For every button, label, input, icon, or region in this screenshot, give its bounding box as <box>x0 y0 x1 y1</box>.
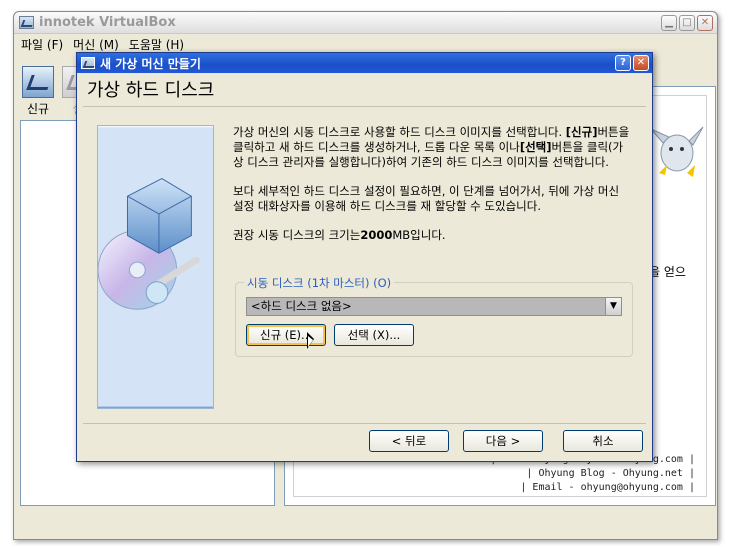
next-button[interactable]: 다음 > <box>463 430 543 452</box>
paragraph-1-select-bold: [선택] <box>519 140 552 154</box>
dialog-close-button[interactable]: ✕ <box>633 55 649 71</box>
boot-disk-selected-value: <하드 디스크 없음> <box>251 299 352 313</box>
maximize-button[interactable]: □ <box>679 15 695 31</box>
new-disk-button[interactable]: 신규 (E)... <box>246 324 326 346</box>
minimize-button[interactable]: ▁ <box>661 15 677 31</box>
menu-machine[interactable]: 머신 (M) <box>73 36 119 53</box>
recommended-size-value: 2000 <box>360 228 393 242</box>
recommended-size-unit: MB입니다. <box>392 228 446 242</box>
close-button[interactable]: ✕ <box>697 15 713 31</box>
paragraph-2: 보다 세부적인 하드 디스크 설정이 필요하면, 이 단계를 넘어가서, 뒤에 … <box>233 184 620 213</box>
mouse-cursor-fill <box>308 336 313 347</box>
welcome-text-fragment: 을 얻으 <box>649 265 686 279</box>
mascot-illustration-icon <box>650 126 704 177</box>
page-title: 가상 하드 디스크 <box>83 77 646 107</box>
watermark-line-3: | Email - ohyung@ohyung.com | <box>520 482 695 493</box>
cancel-button[interactable]: 취소 <box>563 430 643 452</box>
main-title-buttons: ▁ □ ✕ <box>661 15 713 31</box>
paragraph-1-text-a: 가상 머신의 시동 디스크로 사용할 하드 디스크 이미지를 선택합니다. <box>233 125 563 139</box>
boot-disk-group: 시동 디스크 (1차 마스터) (O) <하드 디스크 없음> ▼ 신규 (E)… <box>235 275 633 357</box>
boot-disk-group-label: 시동 디스크 (1차 마스터) (O) <box>244 275 395 291</box>
virtualbox-app-icon <box>19 16 34 29</box>
paragraph-1: 가상 머신의 시동 디스크로 사용할 하드 디스크 이미지를 선택합니다. [신… <box>233 125 633 170</box>
paragraph-3: 권장 시동 디스크의 크기는2000MB입니다. <box>233 228 633 243</box>
toolbar-new-label: 신규 <box>26 102 50 116</box>
menu-help[interactable]: 도움말 (H) <box>129 36 184 53</box>
recommended-size-label: 권장 시동 디스크의 크기는 <box>233 228 361 242</box>
new-vm-icon <box>22 66 54 98</box>
dialog-title-bar[interactable]: 새 가상 머신 만들기 ? ✕ <box>77 53 652 73</box>
watermark-line-2: | Ohyung Blog - Ohyung.net | <box>526 468 695 479</box>
wizard-description: 가상 머신의 시동 디스크로 사용할 하드 디스크 이미지를 선택합니다. [신… <box>233 125 633 257</box>
paragraph-1-new-bold: [신규] <box>565 125 598 139</box>
boot-disk-dropdown[interactable]: <하드 디스크 없음> ▼ <box>246 297 622 316</box>
select-disk-button[interactable]: 선택 (X)... <box>334 324 414 346</box>
dialog-app-icon <box>81 57 95 69</box>
back-button[interactable]: < 뒤로 <box>369 430 449 452</box>
menu-file[interactable]: 파일 (F) <box>21 36 63 53</box>
main-toolbar: 신규 설 <box>20 62 94 118</box>
wizard-side-image-icon <box>97 125 214 409</box>
main-window-title: innotek VirtualBox <box>39 15 176 30</box>
dialog-title-buttons: ? ✕ <box>615 55 649 71</box>
chevron-down-icon[interactable]: ▼ <box>605 298 621 315</box>
help-button[interactable]: ? <box>615 55 631 71</box>
menu-bar: 파일 (F) 머신 (M) 도움말 (H) <box>14 34 717 54</box>
main-title-bar[interactable]: innotek VirtualBox ▁ □ ✕ <box>14 12 717 34</box>
dialog-title: 새 가상 머신 만들기 <box>100 56 201 71</box>
toolbar-new-button[interactable]: 신규 <box>20 66 56 116</box>
new-vm-wizard-dialog: 새 가상 머신 만들기 ? ✕ 가상 하드 디스크 가상 머신의 시동 디스크로… <box>76 52 653 462</box>
button-separator <box>83 423 646 424</box>
